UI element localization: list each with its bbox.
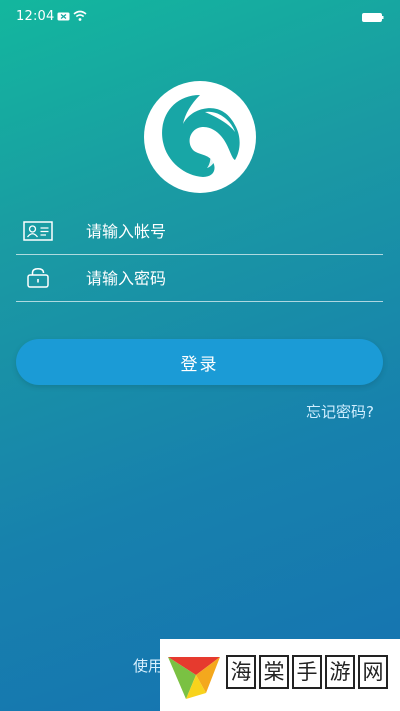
forgot-password-link[interactable]: 忘记密码? xyxy=(306,401,374,422)
watermark-logo-icon xyxy=(168,657,220,699)
lock-icon xyxy=(27,268,49,288)
watermark-text: 海 棠 手 游 网 xyxy=(226,655,388,689)
id-card-icon xyxy=(23,221,53,241)
watermark-char: 海 xyxy=(226,655,256,689)
app-logo xyxy=(144,81,256,193)
usage-agreement-text[interactable]: 使用 xyxy=(133,655,163,676)
wifi-icon xyxy=(73,10,87,21)
status-time: 12:04 xyxy=(16,9,55,24)
watermark-char: 棠 xyxy=(259,655,289,689)
watermark-char: 游 xyxy=(325,655,355,689)
watermark-char: 网 xyxy=(358,655,388,689)
watermark: 海 棠 手 游 网 xyxy=(160,639,400,711)
password-field xyxy=(16,255,383,302)
status-bar: 12:04 xyxy=(0,0,400,34)
watermark-char: 手 xyxy=(292,655,322,689)
battery-icon xyxy=(362,13,384,22)
account-field xyxy=(16,208,383,255)
login-button[interactable]: 登录 xyxy=(16,339,383,385)
account-input[interactable] xyxy=(86,218,366,244)
password-input[interactable] xyxy=(86,265,366,291)
sim-icon xyxy=(57,12,70,21)
